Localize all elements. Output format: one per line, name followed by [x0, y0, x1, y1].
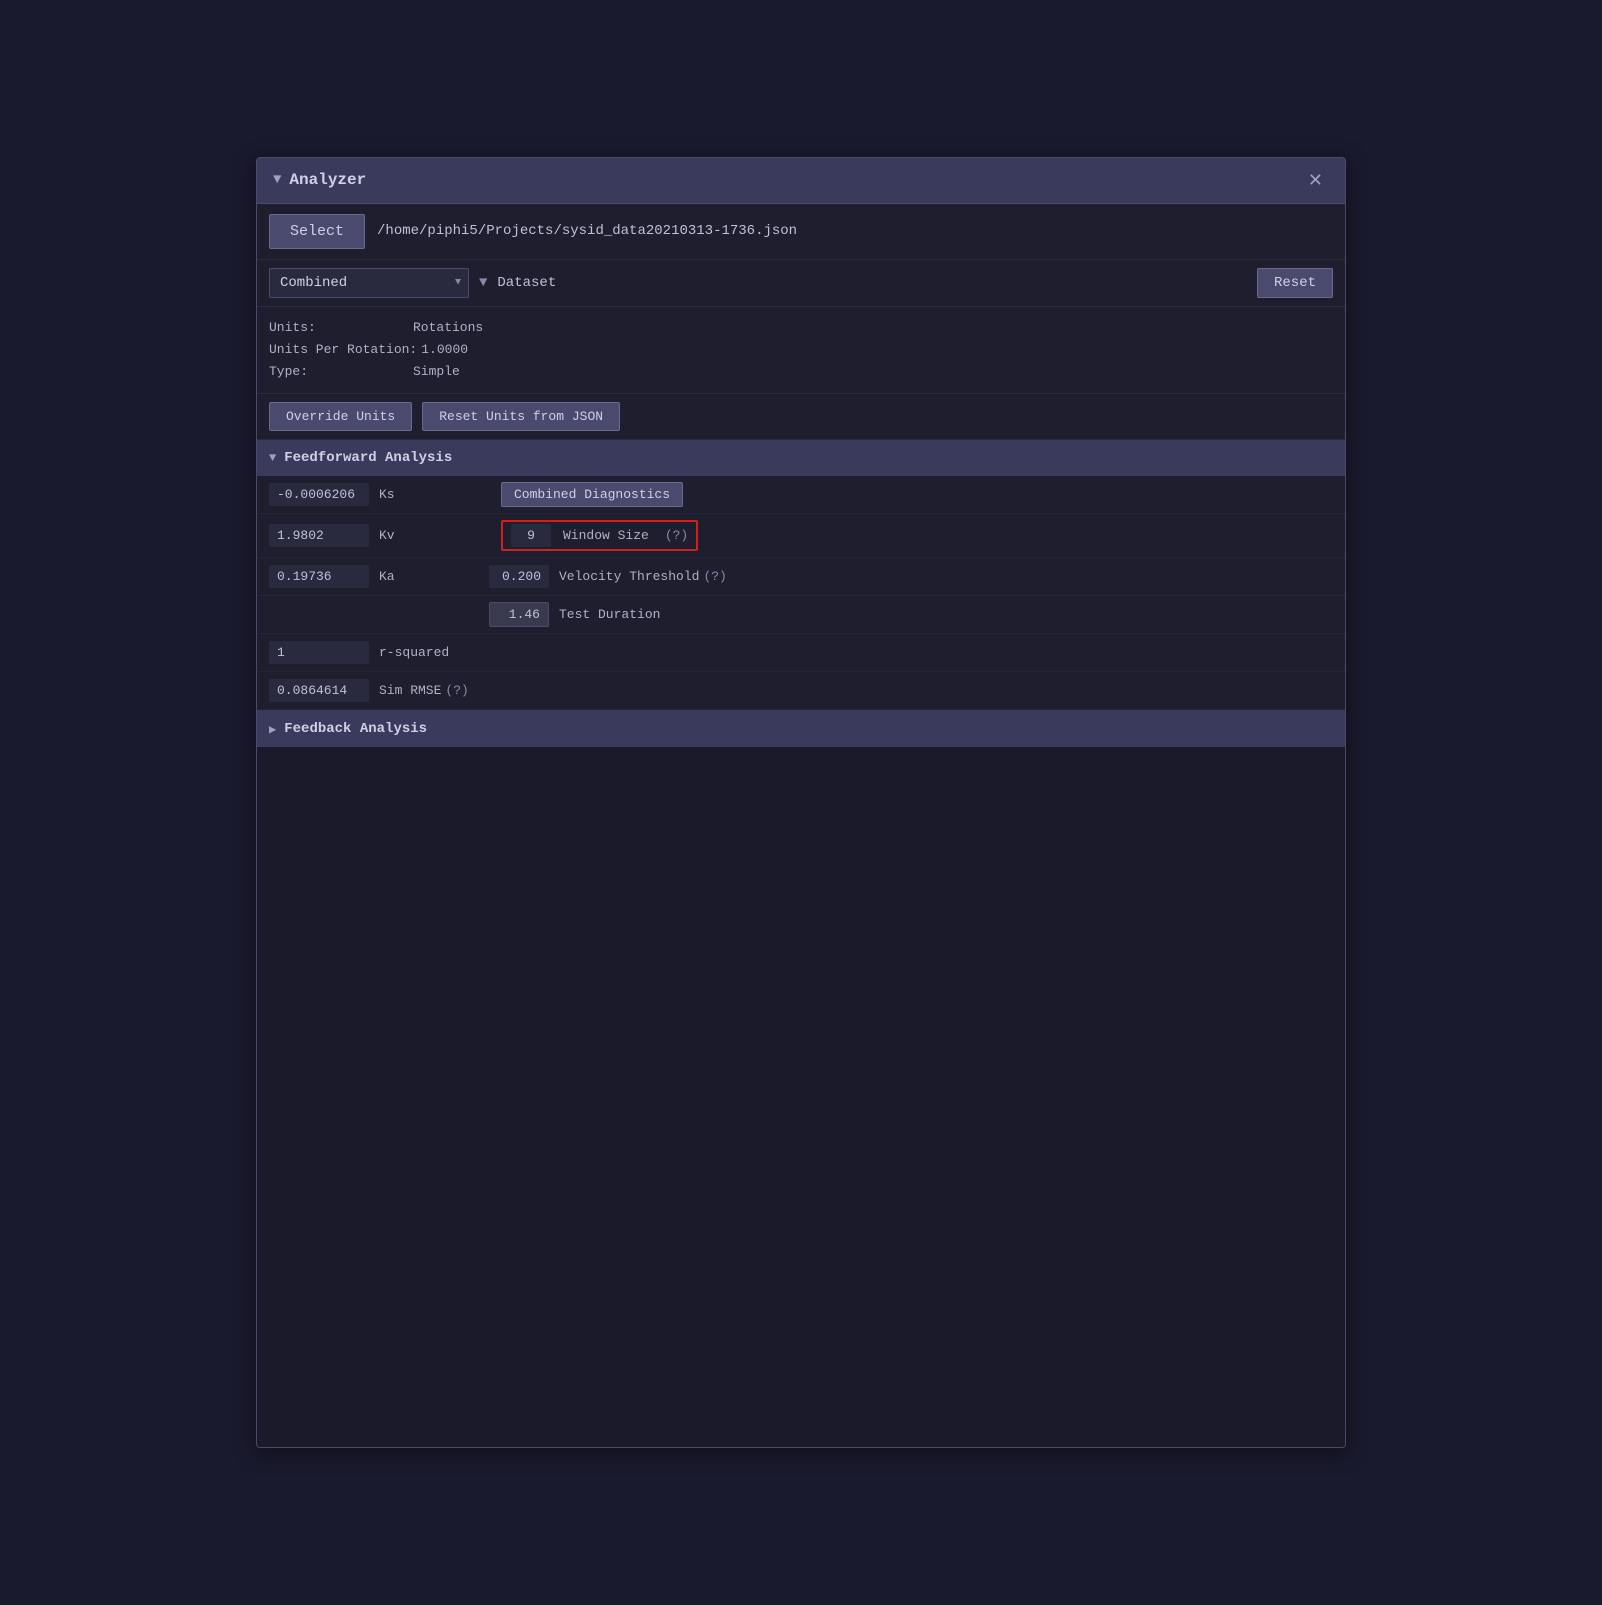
kv-value: 1.9802 — [269, 524, 369, 547]
upr-line: Units Per Rotation: 1.0000 — [269, 339, 1333, 361]
combined-dropdown-wrapper: Combined Forward Backward — [269, 268, 469, 298]
upr-value: 1.0000 — [421, 339, 468, 361]
feedback-section-title: Feedback Analysis — [284, 721, 427, 737]
kv-row: 1.9802 Kv 9 Window Size (?) — [257, 514, 1345, 558]
r-squared-value: 1 — [269, 641, 369, 664]
ka-label: Ka — [379, 569, 395, 584]
test-duration-right: 1.46 Test Duration — [489, 602, 660, 627]
upr-label: Units Per Rotation: — [269, 339, 417, 361]
window-size-container: 9 Window Size (?) — [501, 520, 698, 551]
test-duration-row: 1.46 Test Duration — [257, 596, 1345, 634]
ks-left: -0.0006206 Ks — [269, 483, 469, 506]
ka-right: 0.200 Velocity Threshold (?) — [489, 565, 727, 588]
window-size-question[interactable]: (?) — [665, 528, 688, 543]
combined-diagnostics-button[interactable]: Combined Diagnostics — [501, 482, 683, 507]
select-button[interactable]: Select — [269, 214, 365, 249]
ka-row: 0.19736 Ka 0.200 Velocity Threshold (?) — [257, 558, 1345, 596]
action-buttons-row: Override Units Reset Units from JSON — [257, 394, 1345, 440]
close-button[interactable]: ✕ — [1302, 168, 1329, 193]
feedforward-triangle-icon: ▼ — [269, 451, 276, 465]
r-squared-label: r-squared — [379, 645, 449, 660]
file-selection-row: Select /home/piphi5/Projects/sysid_data2… — [257, 204, 1345, 260]
sim-rmse-question[interactable]: (?) — [445, 683, 468, 698]
ks-value: -0.0006206 — [269, 483, 369, 506]
reset-button[interactable]: Reset — [1257, 268, 1333, 298]
reset-units-button[interactable]: Reset Units from JSON — [422, 402, 620, 431]
ks-right: Combined Diagnostics — [489, 482, 683, 507]
info-section: Units: Rotations Units Per Rotation: 1.0… — [257, 307, 1345, 394]
r-squared-row: 1 r-squared — [257, 634, 1345, 672]
ks-row: -0.0006206 Ks Combined Diagnostics — [257, 476, 1345, 514]
title-bar: ▼ Analyzer ✕ — [257, 158, 1345, 204]
test-duration-label: Test Duration — [559, 607, 660, 622]
ka-value: 0.19736 — [269, 565, 369, 588]
kv-left: 1.9802 Kv — [269, 524, 469, 547]
type-value: Simple — [413, 361, 460, 383]
units-value: Rotations — [413, 317, 483, 339]
units-line: Units: Rotations — [269, 317, 1333, 339]
test-duration-value[interactable]: 1.46 — [489, 602, 549, 627]
sim-rmse-label: Sim RMSE — [379, 683, 441, 698]
override-units-button[interactable]: Override Units — [269, 402, 412, 431]
dataset-row: Combined Forward Backward ▼ Dataset Rese… — [257, 260, 1345, 307]
window-size-value[interactable]: 9 — [511, 524, 551, 547]
feedback-triangle-icon: ▶ — [269, 722, 276, 737]
empty-area — [257, 747, 1345, 1447]
window-title: Analyzer — [289, 171, 366, 189]
ks-label: Ks — [379, 487, 395, 502]
velocity-threshold-label: Velocity Threshold — [559, 569, 699, 584]
type-label: Type: — [269, 361, 409, 383]
dataset-label: Dataset — [497, 275, 1247, 291]
feedforward-section-header[interactable]: ▼ Feedforward Analysis — [257, 440, 1345, 476]
kv-label: Kv — [379, 528, 395, 543]
units-label: Units: — [269, 317, 409, 339]
title-bar-left: ▼ Analyzer — [273, 171, 366, 189]
feedback-section: ▶ Feedback Analysis — [257, 710, 1345, 747]
feedforward-section-title: Feedforward Analysis — [284, 450, 452, 466]
feedback-section-header[interactable]: ▶ Feedback Analysis — [257, 711, 1345, 747]
ka-left: 0.19736 Ka — [269, 565, 469, 588]
analyzer-window: ▼ Analyzer ✕ Select /home/piphi5/Project… — [256, 157, 1346, 1448]
kv-right: 9 Window Size (?) — [489, 520, 698, 551]
sim-rmse-row: 0.0864614 Sim RMSE (?) — [257, 672, 1345, 710]
window-size-label: Window Size — [563, 528, 649, 543]
file-path-display: /home/piphi5/Projects/sysid_data20210313… — [377, 223, 1333, 239]
velocity-threshold-question[interactable]: (?) — [703, 569, 726, 584]
analyzer-icon: ▼ — [273, 172, 281, 188]
feedforward-analysis-content: -0.0006206 Ks Combined Diagnostics 1.980… — [257, 476, 1345, 710]
sim-rmse-value: 0.0864614 — [269, 679, 369, 702]
type-line: Type: Simple — [269, 361, 1333, 383]
combined-dropdown[interactable]: Combined Forward Backward — [269, 268, 469, 298]
velocity-threshold-value[interactable]: 0.200 — [489, 565, 549, 588]
funnel-icon: ▼ — [479, 275, 487, 291]
